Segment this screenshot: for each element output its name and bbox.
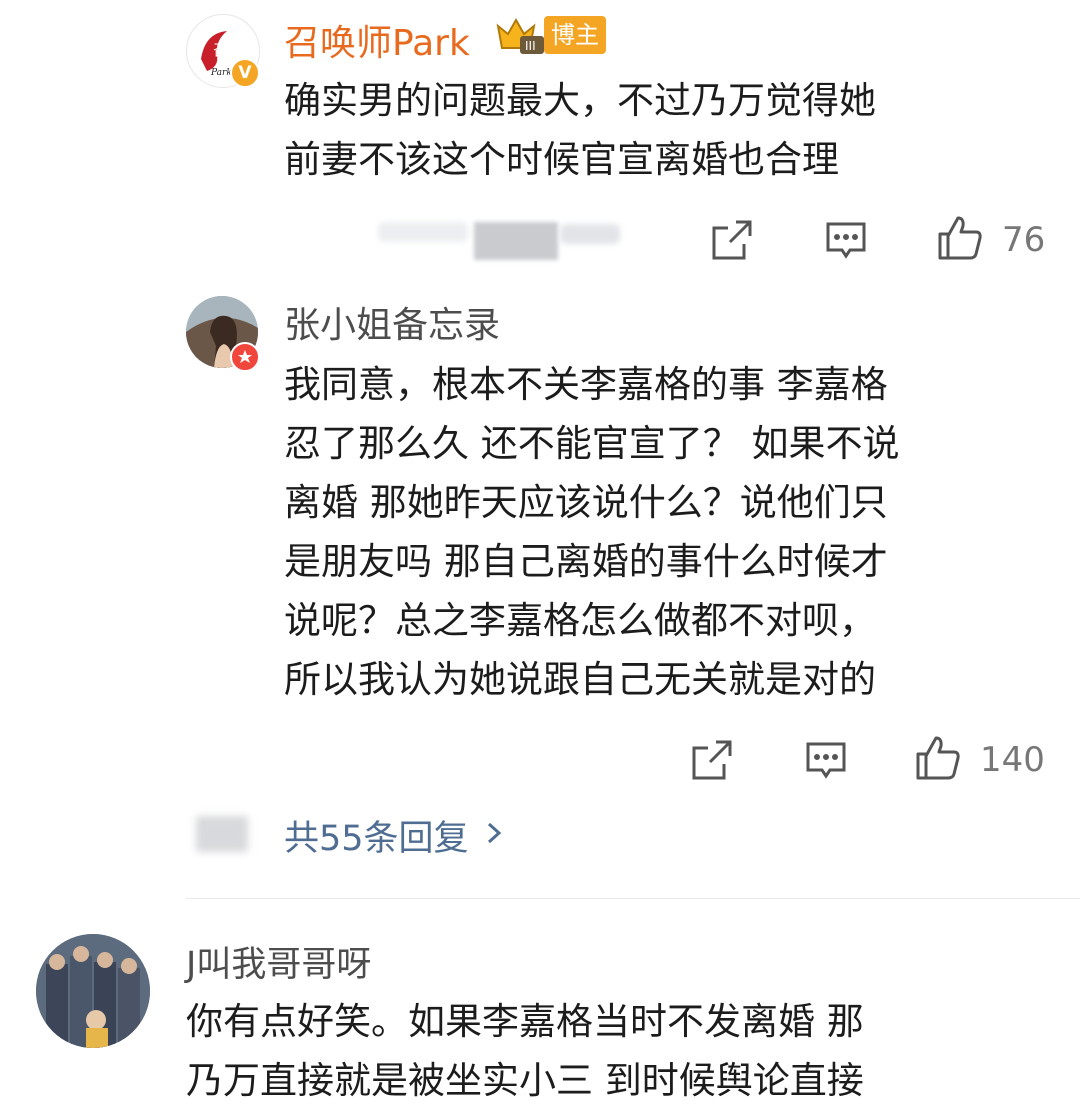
- comment-item: 召唤 Park V 召唤师Park III 博主 确实男的问题最大，不过乃万觉得…: [0, 0, 1080, 280]
- blogger-badge: 博主: [544, 16, 606, 54]
- comment-line: 离婚 那她昨天应该说什么？说他们只: [284, 481, 888, 524]
- verified-badge: V: [230, 58, 260, 88]
- comment-line: 你有点好笑。如果李嘉格当时不发离婚 那: [186, 1000, 864, 1043]
- svg-text:Park: Park: [210, 68, 232, 78]
- comment-item: 张小姐备忘录 我同意，根本不关李嘉格的事 李嘉格 忍了那么久 还不能官宣了？ 如…: [0, 280, 1080, 800]
- view-replies-link[interactable]: 共55条回复: [284, 812, 505, 859]
- comment-meta-blurred: [560, 224, 620, 244]
- crown-level-icon: III: [494, 12, 546, 56]
- svg-text:召唤: 召唤: [213, 41, 243, 59]
- comment-icon[interactable]: [824, 218, 868, 262]
- chevron-right-icon: [483, 820, 505, 850]
- comment-item: J叫我哥哥呀 你有点好笑。如果李嘉格当时不发离婚 那 乃万直接就是被坐实小三 到…: [0, 910, 1080, 1118]
- svg-text:III: III: [525, 39, 536, 53]
- share-icon[interactable]: [710, 218, 754, 262]
- like-icon[interactable]: [936, 214, 984, 262]
- username[interactable]: 张小姐备忘录: [284, 296, 500, 348]
- comment-icon[interactable]: [804, 738, 848, 782]
- divider: [186, 898, 1080, 899]
- comment-line: 确实男的问题最大，不过乃万觉得她: [284, 79, 876, 122]
- comment-meta-blurred: [378, 222, 468, 242]
- comment-meta-blurred: [474, 222, 558, 260]
- replies-blurred: [196, 816, 248, 852]
- like-count: 140: [980, 740, 1045, 780]
- avatar[interactable]: [36, 934, 150, 1048]
- like-icon[interactable]: [914, 734, 962, 782]
- username[interactable]: J叫我哥哥呀: [186, 936, 371, 987]
- comment-line: 我同意，根本不关李嘉格的事 李嘉格: [284, 363, 888, 406]
- comment-line: 乃万直接就是被坐实小三 到时候舆论直接: [186, 1059, 864, 1102]
- comment-line: 忍了那么久 还不能官宣了？ 如果不说: [284, 422, 900, 465]
- verified-badge: [230, 342, 260, 372]
- comment-line: 所以我认为她说跟自己无关就是对的: [284, 658, 876, 701]
- comment-line: 前妻不该这个时候官宣离婚也合理: [284, 138, 839, 181]
- username[interactable]: 召唤师Park: [284, 14, 470, 66]
- comment-line: 是朋友吗 那自己离婚的事什么时候才: [284, 540, 888, 583]
- like-count: 76: [1002, 220, 1046, 260]
- comment-line: 说呢？总之李嘉格怎么做都不对呗，: [284, 599, 876, 642]
- share-icon[interactable]: [690, 738, 734, 782]
- view-replies-label: 共55条回复: [284, 818, 469, 859]
